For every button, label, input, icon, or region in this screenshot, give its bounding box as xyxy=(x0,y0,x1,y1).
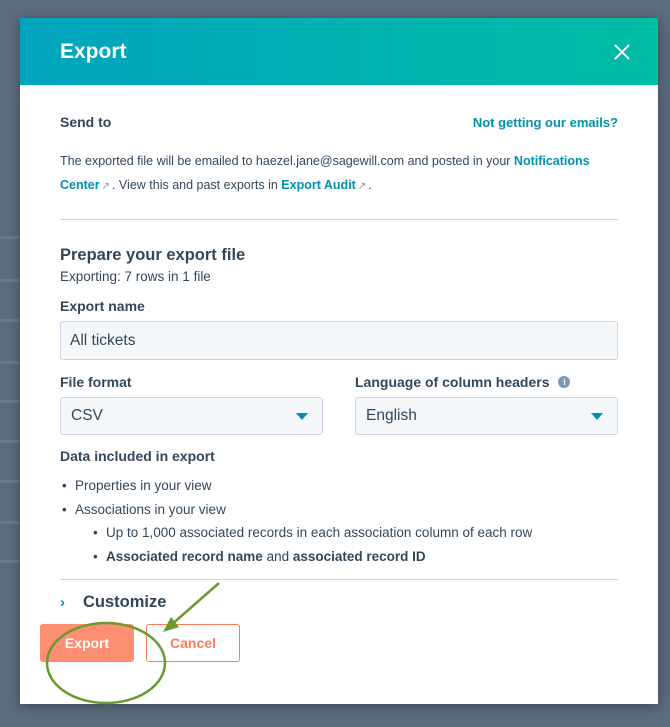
exporting-summary: Exporting: 7 rows in 1 file xyxy=(60,269,211,284)
language-column: Language of column headers i English xyxy=(355,360,618,435)
cancel-button[interactable]: Cancel xyxy=(146,624,240,662)
data-included-list: Properties in your view Associations in … xyxy=(60,474,618,568)
prepare-heading: Prepare your export file xyxy=(60,246,246,264)
language-value: English xyxy=(366,407,417,424)
language-select[interactable]: English xyxy=(355,397,618,435)
export-name-input[interactable] xyxy=(60,321,618,360)
export-audit-link[interactable]: Export Audit xyxy=(281,178,356,192)
language-label: Language of column headers xyxy=(355,374,550,390)
external-link-icon: ↗ xyxy=(101,181,110,192)
desc-suffix: . xyxy=(368,178,372,192)
send-to-heading: Send to xyxy=(60,114,112,130)
list-item: Associations in your view Up to 1,000 as… xyxy=(60,498,618,569)
file-format-label: File format xyxy=(60,374,132,390)
sub-list-item: Up to 1,000 associated records in each a… xyxy=(91,521,618,545)
bold-text: associated record ID xyxy=(292,548,426,564)
send-to-description: The exported file will be emailed to hae… xyxy=(60,149,618,199)
file-format-column: File format CSV xyxy=(60,360,323,435)
sub-list-item: Associated record name and associated re… xyxy=(91,545,618,569)
caret-down-icon xyxy=(296,412,308,420)
language-label-row: Language of column headers i xyxy=(355,374,618,390)
divider xyxy=(60,579,618,580)
modal-body: Send to Not getting our emails? The expo… xyxy=(20,114,658,612)
sub-list: Up to 1,000 associated records in each a… xyxy=(75,521,618,568)
desc-prefix: The exported file will be emailed to hae… xyxy=(60,154,514,168)
format-language-row: File format CSV Language of column heade… xyxy=(60,360,618,435)
file-format-value: CSV xyxy=(71,407,103,424)
chevron-right-icon: › xyxy=(60,594,65,611)
bold-text: Associated record name xyxy=(106,548,263,564)
list-item-text: Associations in your view xyxy=(75,501,226,517)
close-icon[interactable] xyxy=(610,40,634,64)
export-modal: Export Send to Not getting our emails? T… xyxy=(20,18,658,704)
modal-title: Export xyxy=(60,39,127,63)
export-button[interactable]: Export xyxy=(40,624,134,662)
modal-header: Export xyxy=(20,18,658,85)
not-getting-emails-link[interactable]: Not getting our emails? xyxy=(473,115,618,130)
export-name-label: Export name xyxy=(60,298,145,314)
connector-text: and xyxy=(262,548,293,564)
file-format-select[interactable]: CSV xyxy=(60,397,323,435)
external-link-icon: ↗ xyxy=(357,181,367,192)
customize-toggle[interactable]: › Customize xyxy=(60,593,618,612)
customize-label: Customize xyxy=(83,593,167,611)
caret-down-icon xyxy=(591,412,603,420)
data-included-heading: Data included in export xyxy=(60,448,215,464)
divider xyxy=(60,219,618,220)
info-icon[interactable]: i xyxy=(558,376,571,388)
desc-middle: . View this and past exports in xyxy=(111,178,282,192)
modal-footer: Export Cancel xyxy=(40,624,240,662)
send-to-row: Send to Not getting our emails? xyxy=(60,114,618,130)
list-item: Properties in your view xyxy=(60,474,618,498)
